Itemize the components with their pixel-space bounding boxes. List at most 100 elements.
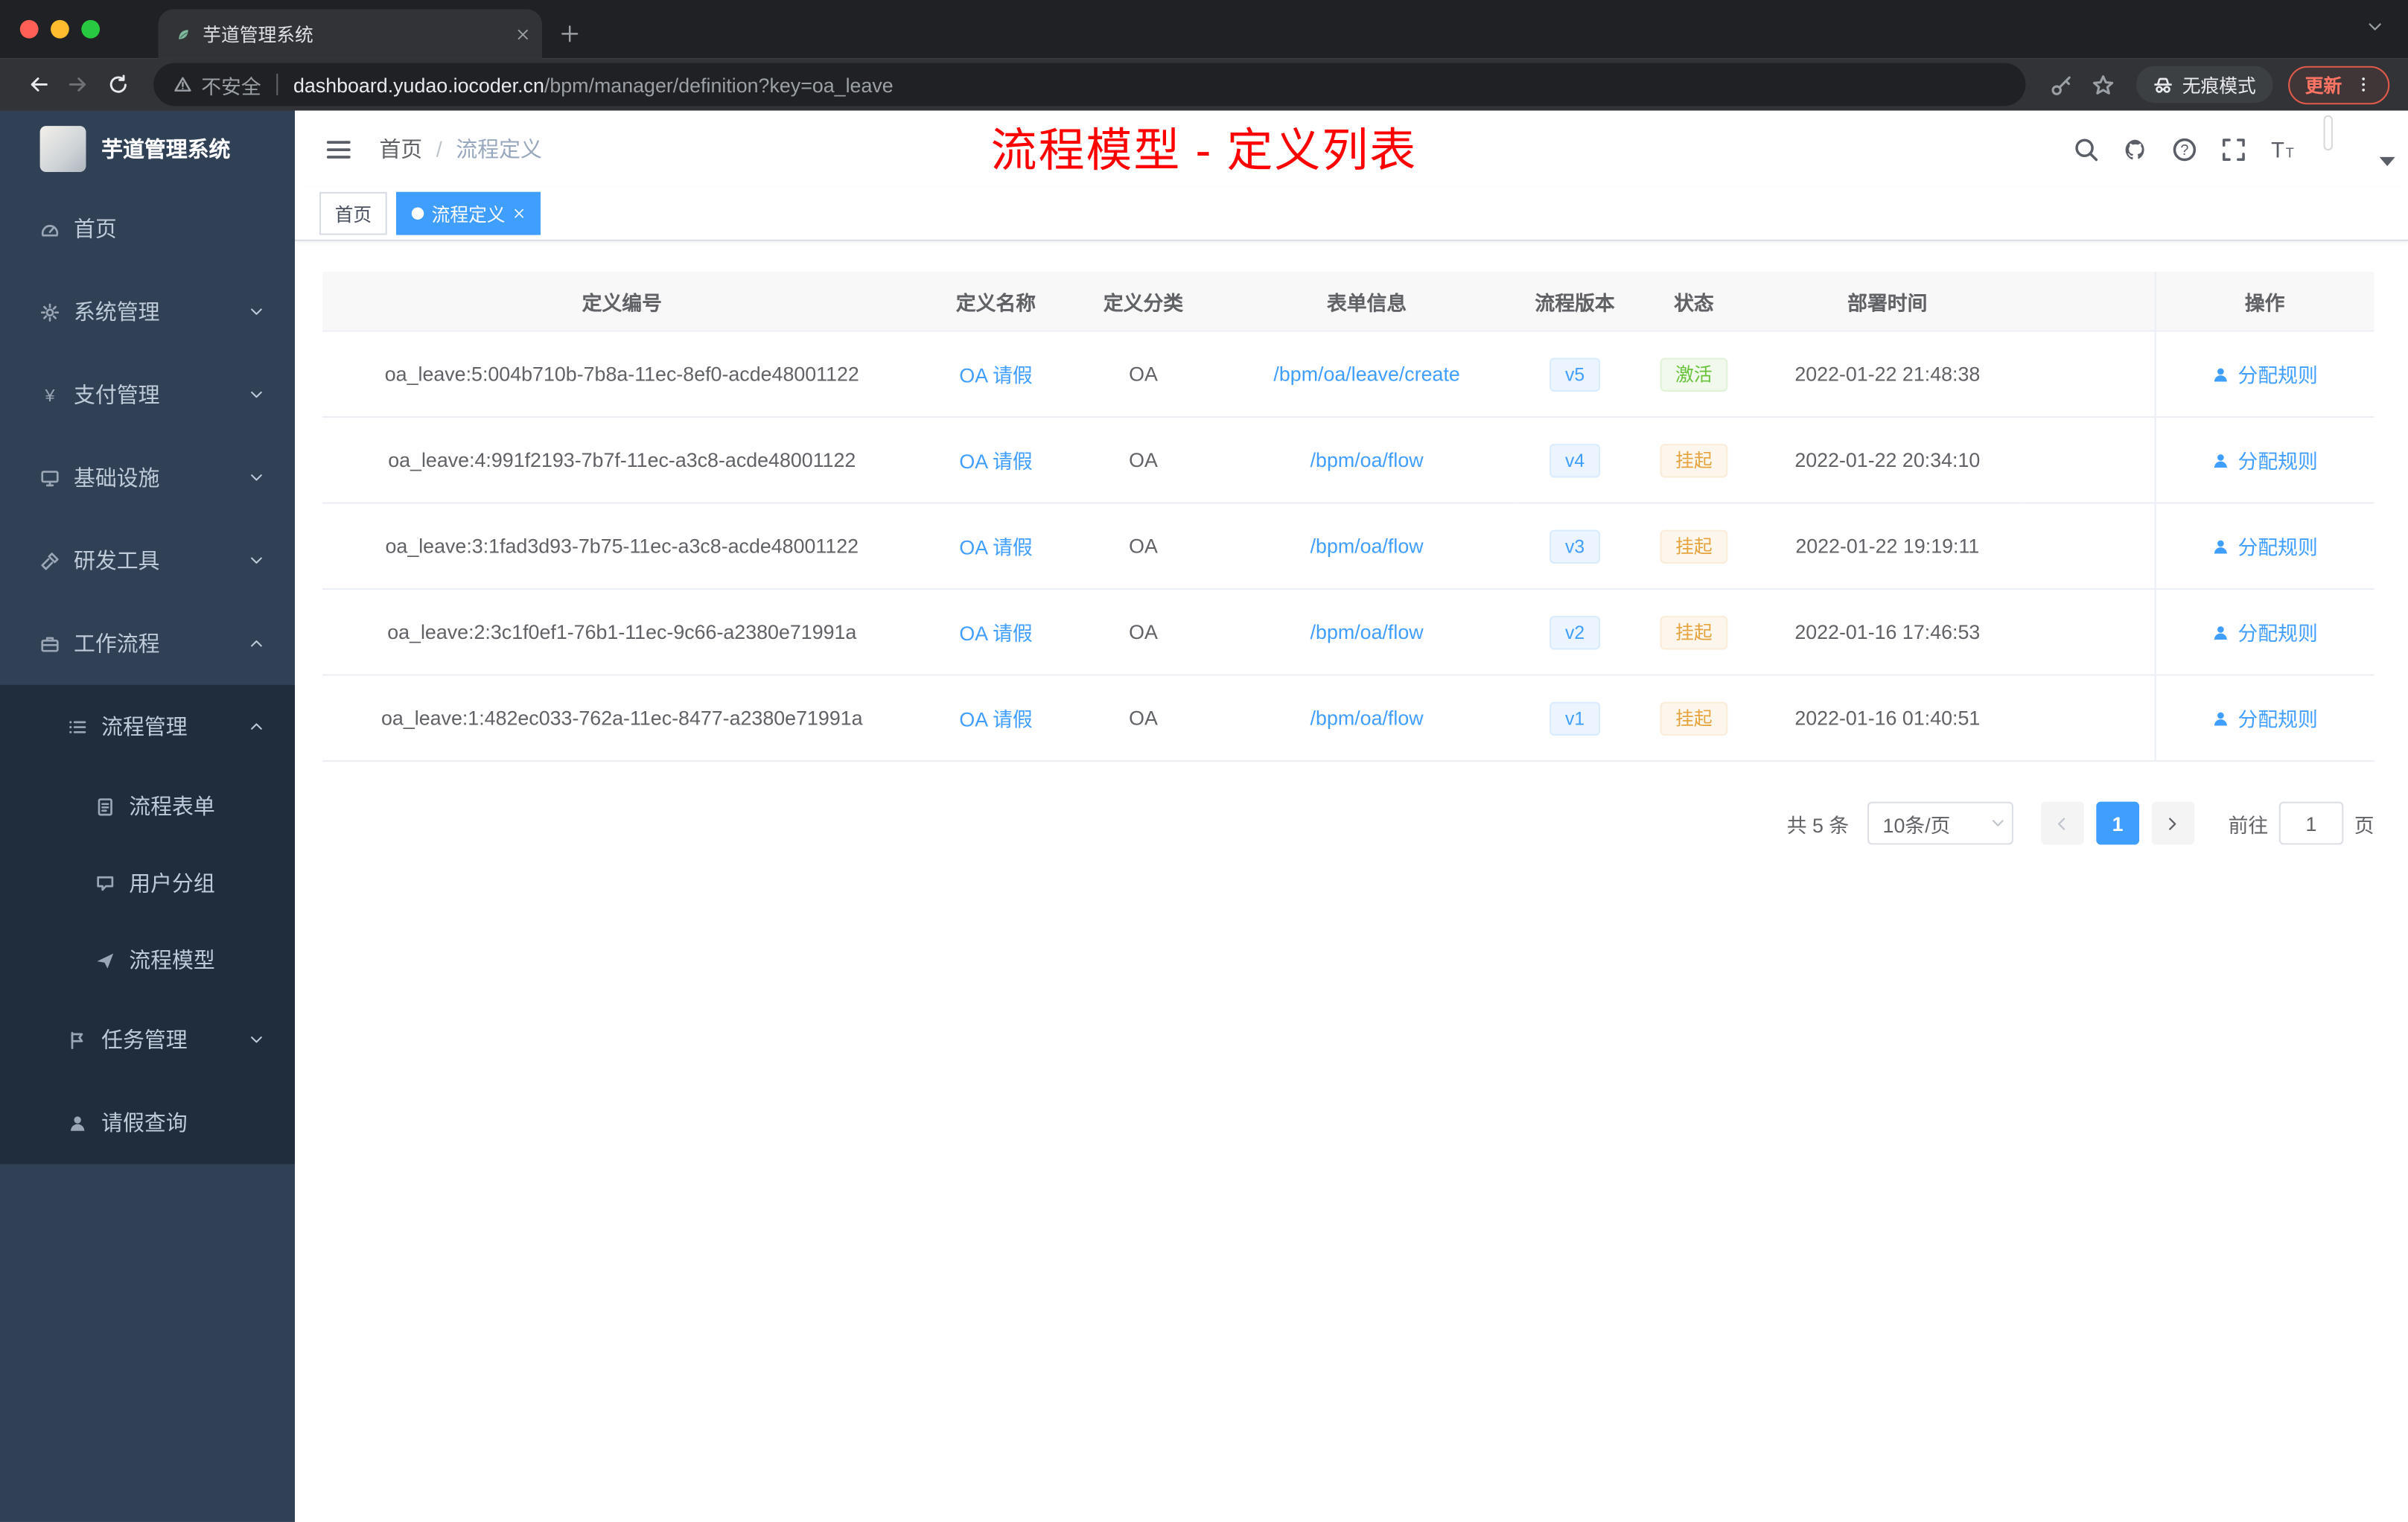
cell-definition-id: oa_leave:4:991f2193-7b7f-11ec-a3c8-acde4… (322, 416, 922, 504)
form-info-link[interactable]: /bpm/oa/flow (1310, 535, 1424, 558)
app-root: 芋道管理系统 首页 系统管理 ¥ 支付管理 基础设施 研发工具 工作流程 流程管理 流程表单 用户… (0, 110, 2408, 1522)
not-secure-warning-icon[interactable] (173, 75, 192, 94)
minimize-window-button[interactable] (51, 19, 69, 39)
tab-search-chevron-icon[interactable] (2366, 19, 2383, 36)
maximize-window-button[interactable] (81, 19, 101, 39)
sidebar-item-3[interactable]: 基础设施 (0, 436, 295, 519)
avatar-caret-down-icon[interactable] (2374, 147, 2401, 173)
sidebar-item-9[interactable]: 流程模型 (0, 921, 295, 999)
github-icon[interactable] (2122, 136, 2148, 162)
cell-spacer (2019, 588, 2155, 676)
bookmark-star-icon[interactable] (2092, 73, 2115, 96)
sidebar-item-label: 任务管理 (101, 1027, 188, 1052)
cell-deploy-time: 2022-01-16 01:40:51 (1755, 675, 2020, 762)
form-info-link[interactable]: /bpm/oa/flow (1310, 448, 1424, 471)
chevron-down-icon (249, 553, 264, 569)
form-info-link[interactable]: /bpm/oa/flow (1310, 620, 1424, 643)
sidebar-item-7[interactable]: 流程表单 (0, 768, 295, 845)
definition-name-link[interactable]: OA 请假 (959, 622, 1032, 645)
cell-category: OA (1070, 331, 1217, 418)
sidebar-item-2[interactable]: ¥ 支付管理 (0, 353, 295, 436)
page-size-select[interactable]: 10条/页 (1867, 801, 2013, 845)
version-tag: v5 (1549, 357, 1600, 391)
assign-rule-link[interactable]: 分配规则 (2238, 617, 2318, 646)
sidebar-item-6[interactable]: 流程管理 (0, 684, 295, 768)
sidebar-item-8[interactable]: 用户分组 (0, 844, 295, 922)
user-avatar[interactable] (2323, 115, 2333, 151)
sidebar-item-1[interactable]: 系统管理 (0, 270, 295, 353)
column-header-5: 状态 (1632, 272, 1756, 332)
cell-form-info: /bpm/oa/flow (1216, 675, 1517, 762)
send-icon (89, 950, 120, 970)
definition-name-link[interactable]: OA 请假 (959, 364, 1032, 387)
password-manager-icon[interactable] (2050, 73, 2073, 96)
security-label[interactable]: 不安全 (201, 70, 261, 99)
status-tag: 挂起 (1660, 529, 1728, 563)
sidebar-item-11[interactable]: 请假查询 (0, 1081, 295, 1165)
browser-update-chip[interactable]: 更新 (2288, 65, 2390, 104)
table-row-0: oa_leave:5:004b710b-7b8a-11ec-8ef0-acde4… (322, 331, 2374, 418)
table-row-3: oa_leave:2:3c1f0ef1-76b1-11ec-9c66-a2380… (322, 588, 2374, 676)
sidebar-item-0[interactable]: 首页 (0, 188, 295, 270)
update-label[interactable]: 更新 (2305, 71, 2342, 98)
definition-name-link[interactable]: OA 请假 (959, 536, 1032, 559)
sidebar-item-5[interactable]: 工作流程 (0, 602, 295, 685)
back-button[interactable] (19, 65, 59, 105)
chevron-left-icon (2054, 815, 2071, 832)
assign-rule-link[interactable]: 分配规则 (2238, 704, 2318, 733)
assign-rule-link[interactable]: 分配规则 (2238, 360, 2318, 389)
search-icon[interactable] (2073, 136, 2099, 162)
sidebar-item-label: 请假查询 (101, 1110, 188, 1136)
status-tag: 挂起 (1660, 701, 1728, 735)
breadcrumb-separator: / (436, 136, 442, 162)
page-number-1[interactable]: 1 (2096, 801, 2139, 845)
definition-name-link[interactable]: OA 请假 (959, 450, 1032, 473)
cell-status: 挂起 (1632, 503, 1756, 590)
sidebar-item-label: 流程管理 (101, 714, 188, 739)
cell-action: 分配规则 (2153, 675, 2374, 762)
cell-action: 分配规则 (2153, 503, 2374, 590)
yen-icon: ¥ (34, 385, 64, 405)
forward-button[interactable] (58, 65, 98, 105)
reload-button[interactable] (98, 65, 138, 105)
navbar-actions: ? TT (2073, 115, 2395, 178)
definition-name-link[interactable]: OA 请假 (959, 708, 1032, 731)
help-icon[interactable]: ? (2171, 136, 2197, 162)
sidebar: 芋道管理系统 首页 系统管理 ¥ 支付管理 基础设施研发工具工作流程流程管理流程表单用户… (0, 110, 295, 1522)
new-tab-button[interactable] (561, 25, 579, 43)
address-bar[interactable]: 不安全 dashboard.yudao.iocoder.cn/bpm/manag… (153, 63, 2026, 106)
chevron-down-icon (249, 470, 264, 485)
sidebar-item-4[interactable]: 研发工具 (0, 519, 295, 602)
sidebar-item-label: 用户分组 (129, 870, 215, 896)
sidebar-item-label: 研发工具 (74, 548, 160, 573)
chat-icon (89, 873, 120, 894)
cell-version: v5 (1517, 331, 1633, 418)
close-window-button[interactable] (19, 19, 39, 39)
cell-definition-name: OA 请假 (921, 331, 1071, 418)
fullscreen-icon[interactable] (2220, 136, 2246, 162)
assign-rule-link[interactable]: 分配规则 (2238, 532, 2318, 561)
sidebar-item-10[interactable]: 任务管理 (0, 998, 295, 1081)
tag-1[interactable]: 流程定义 (396, 191, 541, 235)
prev-page-button[interactable] (2040, 801, 2084, 845)
sidebar-collapse-icon[interactable] (325, 136, 351, 162)
font-size-icon[interactable]: TT (2270, 136, 2296, 162)
tab-close-icon[interactable] (516, 27, 530, 41)
content-area: 定义编号 定义名称 定义分类 表单信息 流程版本 状态 部署时间 操作 oa_leave:5:… (295, 241, 2408, 1522)
form-info-link[interactable]: /bpm/oa/flow (1310, 707, 1424, 730)
browser-menu-icon[interactable] (2354, 75, 2373, 94)
chevron-up-icon (249, 719, 264, 734)
breadcrumb-home[interactable]: 首页 (379, 133, 422, 164)
incognito-icon (2153, 74, 2173, 95)
assign-rule-link[interactable]: 分配规则 (2238, 445, 2318, 474)
goto-page-input[interactable] (2278, 801, 2344, 845)
cell-spacer (2019, 503, 2155, 590)
sidebar-logo: 芋道管理系统 (0, 111, 295, 188)
tag-close-icon[interactable] (513, 207, 526, 220)
cell-spacer (2019, 331, 2155, 418)
next-page-button[interactable] (2151, 801, 2195, 845)
tag-0[interactable]: 首页 (319, 191, 387, 235)
cell-version: v2 (1517, 588, 1633, 676)
form-info-link[interactable]: /bpm/oa/leave/create (1273, 363, 1459, 386)
browser-tab[interactable]: 芋道管理系统 (158, 9, 543, 59)
